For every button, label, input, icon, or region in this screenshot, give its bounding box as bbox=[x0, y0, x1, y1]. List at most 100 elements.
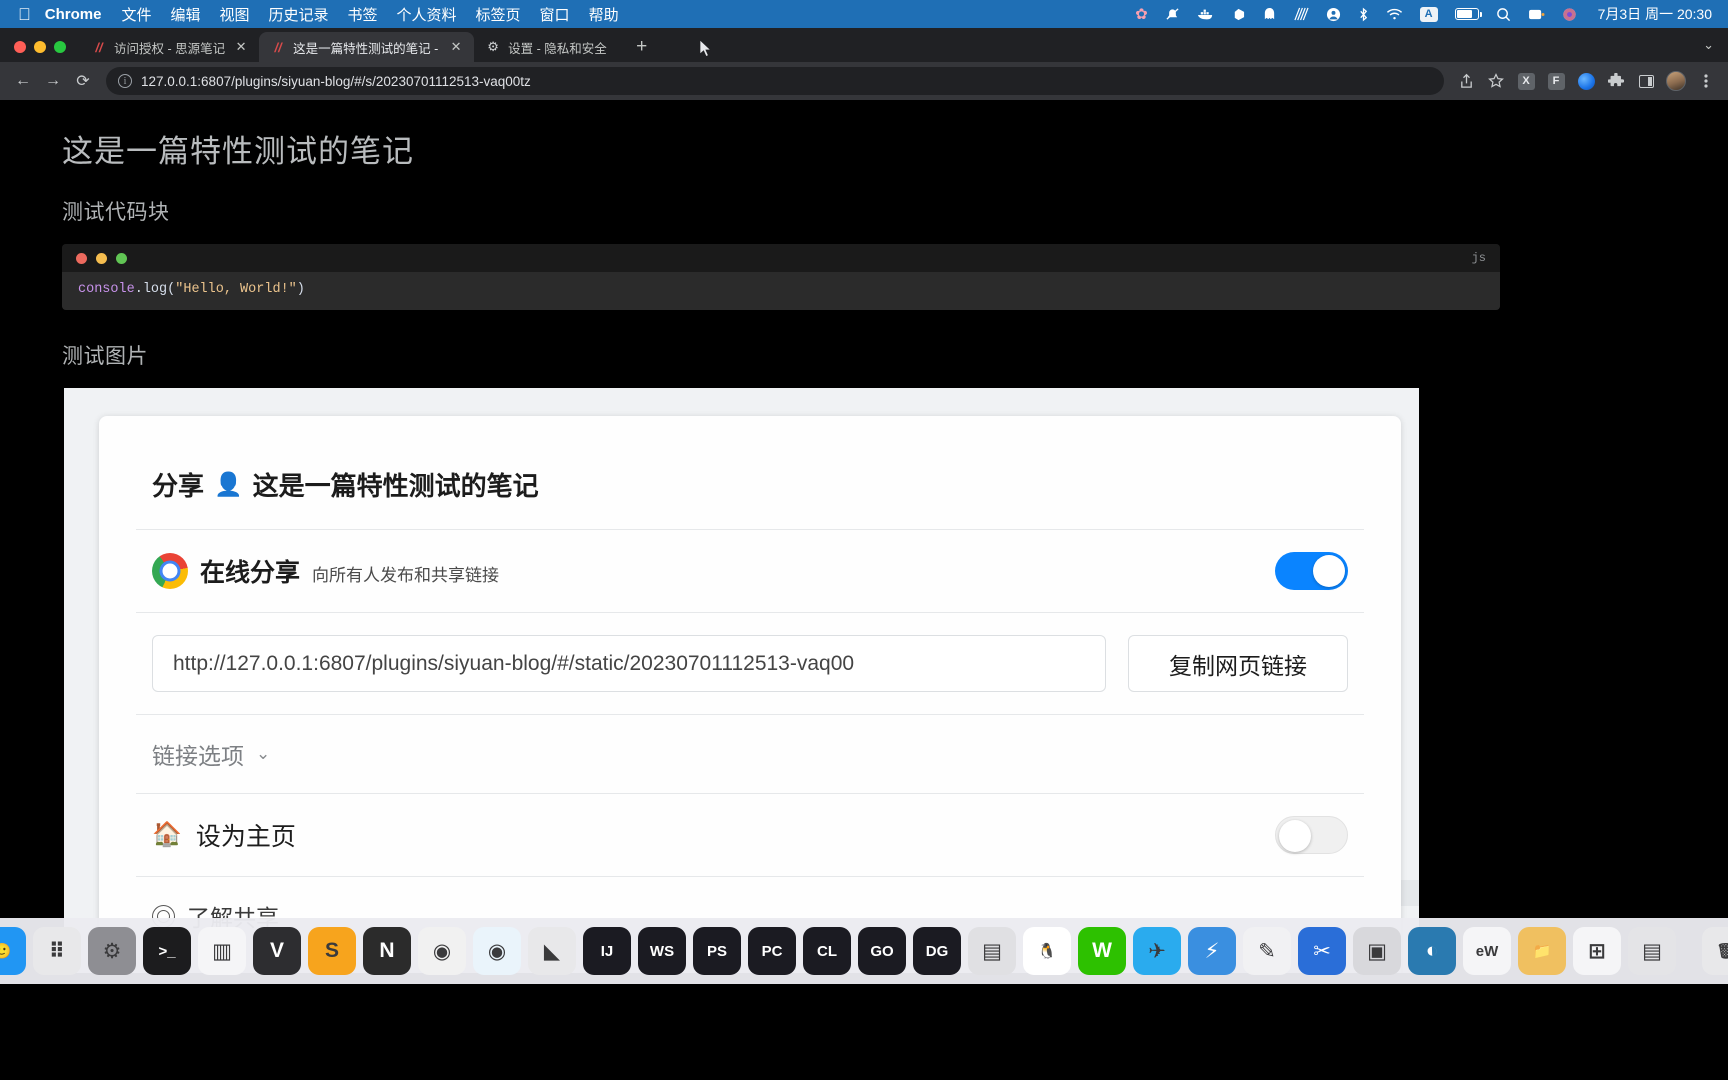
tab-0[interactable]: // 访问授权 - 思源笔记 ✕ bbox=[80, 32, 259, 62]
wifi-icon[interactable] bbox=[1386, 8, 1403, 21]
thunder-icon[interactable]: ⚡ bbox=[1188, 927, 1236, 975]
chevron-down-icon: ⌄ bbox=[256, 744, 271, 763]
telegram-icon[interactable]: ✈ bbox=[1133, 927, 1181, 975]
eww-icon[interactable]: eW bbox=[1463, 927, 1511, 975]
menu-item-window[interactable]: 窗口 bbox=[540, 4, 570, 25]
code-dot-red-icon bbox=[76, 252, 87, 264]
menu-item-profile[interactable]: 个人资料 bbox=[397, 4, 457, 25]
presentation-icon[interactable]: ▣ bbox=[1353, 927, 1401, 975]
note-body: 这是一篇特性测试的笔记 测试代码块 js console.log("Hello,… bbox=[0, 100, 1728, 973]
snipaste-icon[interactable]: ✂ bbox=[1298, 927, 1346, 975]
menu-item-bookmarks[interactable]: 书签 bbox=[348, 4, 378, 25]
downloads-icon[interactable]: ▤ bbox=[1628, 927, 1676, 975]
webstorm-icon[interactable]: WS bbox=[638, 927, 686, 975]
macos-dock: 🙂 ⠿ ⚙ >_ ▥ V S N ◉ ◉ ◣ IJ WS PS PC CL GO DG ▤ 🐧 W ✈ ⚡ ✎ ✂ ▣ ◐ eW 📁 ⊞ ▤… bbox=[0, 918, 1728, 984]
three-dot-menu-icon[interactable] bbox=[1692, 67, 1720, 95]
share-url-input[interactable]: http://127.0.0.1:6807/plugins/siyuan-blo… bbox=[152, 635, 1106, 692]
microsoft-edge-icon[interactable]: ◉ bbox=[473, 927, 521, 975]
keyboard-icon[interactable]: ▤ bbox=[968, 927, 1016, 975]
navicat-icon[interactable]: N bbox=[363, 927, 411, 975]
finder-icon[interactable]: 🙂 bbox=[0, 927, 26, 975]
spotlight-search-icon[interactable] bbox=[1496, 7, 1511, 22]
gear-icon: ⚙ bbox=[487, 39, 499, 54]
window-close-button[interactable] bbox=[14, 41, 26, 53]
qq-icon[interactable]: 🐧 bbox=[1023, 927, 1071, 975]
barcode-icon[interactable] bbox=[1293, 7, 1309, 21]
sakura-icon[interactable]: ✿ bbox=[1135, 7, 1148, 22]
back-button[interactable]: ← bbox=[8, 66, 38, 96]
logic-pro-icon[interactable]: ▥ bbox=[198, 927, 246, 975]
screenshot-edge-nub bbox=[1401, 880, 1419, 906]
window-traffic-lights bbox=[10, 41, 80, 62]
online-share-toggle[interactable] bbox=[1275, 552, 1348, 590]
extension-f-button[interactable]: F bbox=[1542, 67, 1570, 95]
tab-0-close-icon[interactable]: ✕ bbox=[233, 39, 249, 55]
launchpad-icon[interactable]: ⠿ bbox=[33, 927, 81, 975]
siyuan-note-icon[interactable]: ◐ bbox=[1408, 927, 1456, 975]
battery-charging-icon[interactable] bbox=[1454, 8, 1482, 20]
ghost-icon[interactable] bbox=[1263, 7, 1276, 21]
side-panel-icon[interactable] bbox=[1632, 67, 1660, 95]
menu-item-view[interactable]: 视图 bbox=[219, 4, 249, 25]
link-options-row[interactable]: 链接选项 ⌄ bbox=[136, 715, 1364, 793]
star-icon[interactable] bbox=[1482, 67, 1510, 95]
datagrip-icon[interactable]: DG bbox=[913, 927, 961, 975]
menu-item-tabs[interactable]: 标签页 bbox=[476, 4, 521, 25]
window-maximize-button[interactable] bbox=[54, 41, 66, 53]
google-chrome-icon[interactable]: ◉ bbox=[418, 927, 466, 975]
goland-icon[interactable]: GO bbox=[858, 927, 906, 975]
parallels-icon[interactable]: ◣ bbox=[528, 927, 576, 975]
pycharm-icon[interactable]: PC bbox=[748, 927, 796, 975]
share-icon[interactable] bbox=[1452, 67, 1480, 95]
menu-bar-clock[interactable]: 7月3日 周一 20:30 bbox=[1598, 4, 1712, 24]
intellij-idea-icon[interactable]: IJ bbox=[583, 927, 631, 975]
set-homepage-toggle[interactable] bbox=[1275, 816, 1348, 854]
terminal-icon[interactable]: >_ bbox=[143, 927, 191, 975]
tab-list-chevron-icon[interactable]: ⌄ bbox=[1703, 37, 1728, 62]
copy-link-button[interactable]: 复制网页链接 bbox=[1128, 635, 1348, 692]
window-minimize-button[interactable] bbox=[34, 41, 46, 53]
set-homepage-label: 设为主页 bbox=[195, 823, 296, 851]
wechat-icon[interactable]: W bbox=[1078, 927, 1126, 975]
system-settings-icon[interactable]: ⚙ bbox=[88, 927, 136, 975]
code-token-close-paren: ) bbox=[296, 282, 305, 297]
info-circle-icon[interactable]: i bbox=[118, 74, 132, 88]
eraser-icon[interactable]: ✎ bbox=[1243, 927, 1291, 975]
tab-1-close-icon[interactable]: ✕ bbox=[448, 39, 464, 55]
reload-button[interactable]: ⟳ bbox=[68, 66, 98, 96]
menu-item-history[interactable]: 历史记录 bbox=[268, 4, 328, 25]
menu-item-help[interactable]: 帮助 bbox=[589, 4, 619, 25]
apple-logo-icon[interactable]:  bbox=[18, 6, 31, 23]
online-share-label: 在线分享 bbox=[200, 559, 301, 587]
blue-globe-extension-icon[interactable] bbox=[1572, 67, 1600, 95]
notification-off-icon[interactable] bbox=[1165, 7, 1180, 21]
menu-item-file[interactable]: 文件 bbox=[121, 4, 151, 25]
vscode-icon[interactable]: V bbox=[253, 927, 301, 975]
menu-app-name[interactable]: Chrome bbox=[45, 6, 102, 23]
control-center-icon[interactable] bbox=[1528, 8, 1545, 21]
menu-item-edit[interactable]: 编辑 bbox=[170, 4, 200, 25]
address-bar[interactable]: i 127.0.0.1:6807/plugins/siyuan-blog/#/s… bbox=[106, 67, 1444, 95]
clion-icon[interactable]: CL bbox=[803, 927, 851, 975]
cloud-icon[interactable] bbox=[1231, 8, 1246, 21]
share-dialog: 分享 👤 这是一篇特性测试的笔记 在线分享 向所有人发布和共享链接 http:/… bbox=[99, 416, 1401, 973]
forward-button[interactable]: → bbox=[38, 66, 68, 96]
siri-icon[interactable] bbox=[1562, 7, 1577, 22]
puzzle-piece-icon[interactable] bbox=[1602, 67, 1630, 95]
docker-icon[interactable] bbox=[1197, 8, 1214, 21]
toolbar-right-actions: X F bbox=[1452, 67, 1720, 95]
extension-x-button[interactable]: X bbox=[1512, 67, 1540, 95]
phpstorm-icon[interactable]: PS bbox=[693, 927, 741, 975]
bluetooth-icon[interactable] bbox=[1358, 7, 1369, 22]
input-source-indicator[interactable]: A bbox=[1419, 6, 1438, 22]
windows-icon[interactable]: ⊞ bbox=[1573, 927, 1621, 975]
home-icon: 🏠 bbox=[152, 821, 182, 848]
files-icon[interactable]: 📁 bbox=[1518, 927, 1566, 975]
tab-1[interactable]: // 这是一篇特性测试的笔记 - 在线分 ✕ bbox=[259, 32, 475, 62]
user-circle-icon[interactable] bbox=[1326, 7, 1341, 22]
trash-icon[interactable]: 🗑 bbox=[1702, 927, 1728, 975]
new-tab-button[interactable]: + bbox=[636, 37, 647, 56]
sublime-text-icon[interactable]: S bbox=[308, 927, 356, 975]
profile-avatar[interactable] bbox=[1662, 67, 1690, 95]
tab-2[interactable]: ⚙ 设置 - 隐私和安全 bbox=[474, 32, 624, 62]
